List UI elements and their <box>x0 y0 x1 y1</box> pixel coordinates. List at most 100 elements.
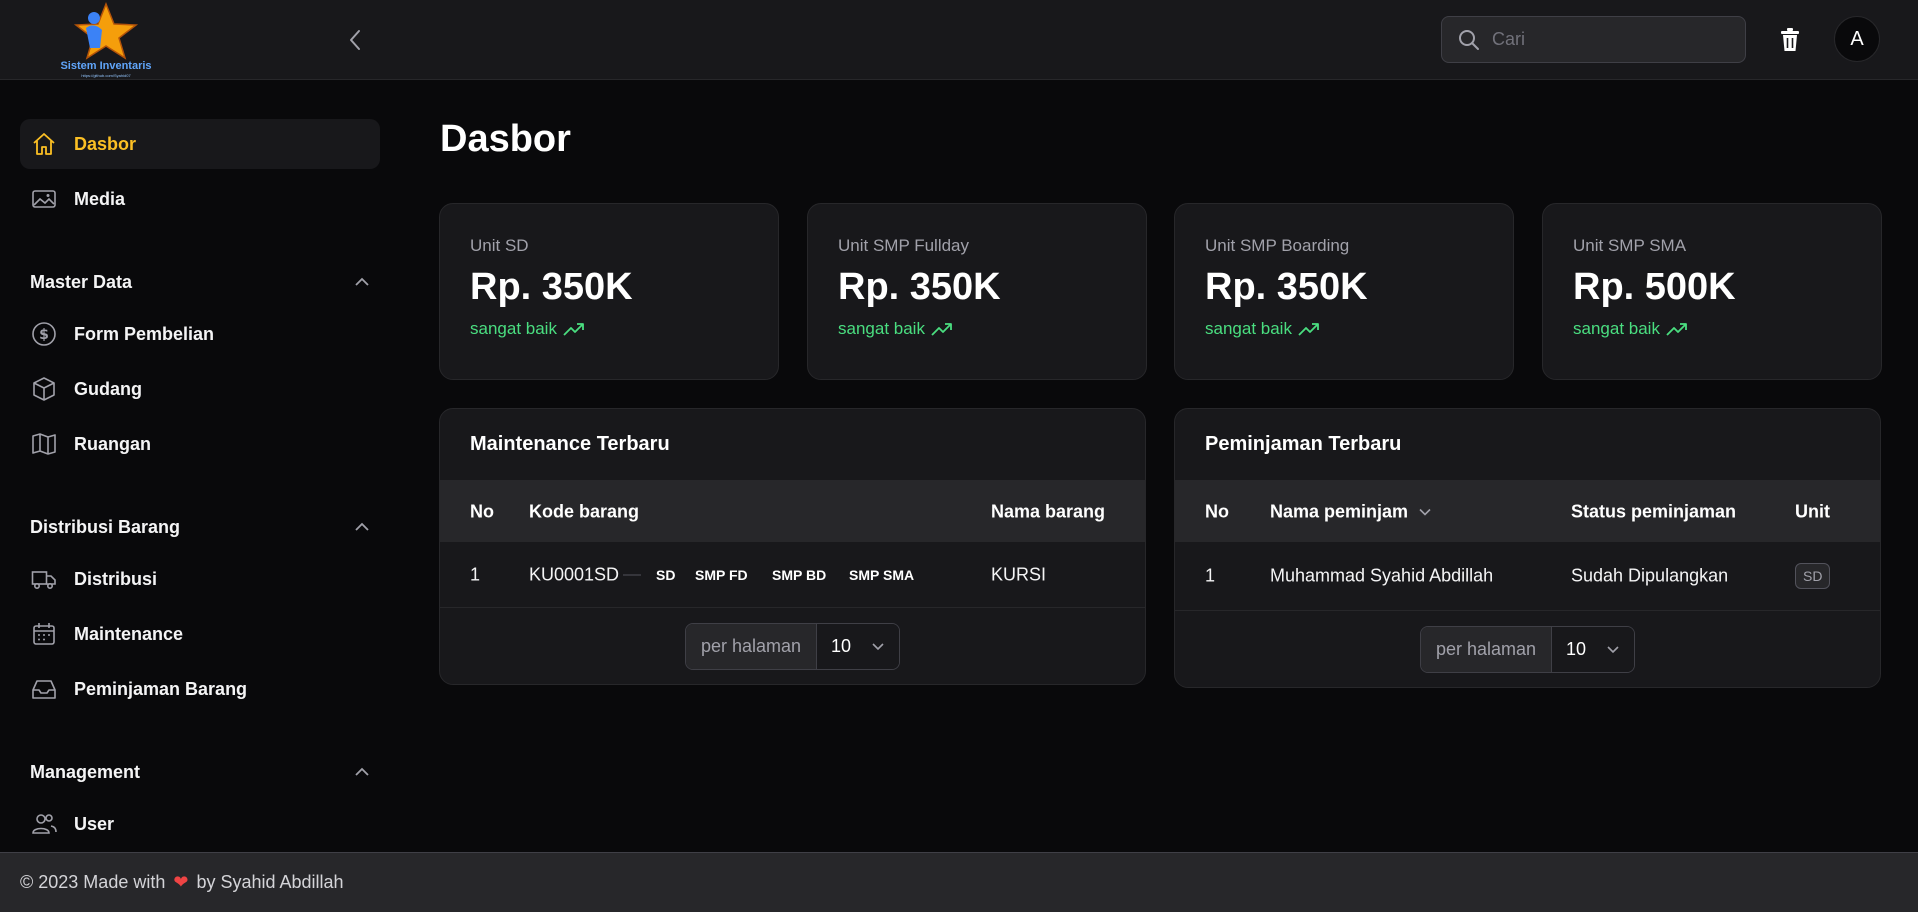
stat-value: Rp. 500K <box>1573 266 1736 308</box>
stat-desc-text: sangat baik <box>1573 319 1660 338</box>
user-avatar[interactable]: A <box>1834 16 1880 62</box>
chevron-down-icon <box>872 642 884 650</box>
unit-tag: SMP FD <box>695 566 748 583</box>
stat-desc-text: sangat baik <box>470 319 557 338</box>
per-page-select[interactable]: 10 <box>1552 626 1635 672</box>
cell-status: Sudah Dipulangkan <box>1571 565 1729 586</box>
heart-icon: ❤ <box>173 872 189 892</box>
image-icon <box>30 185 58 213</box>
chevron-up-icon <box>355 522 369 531</box>
maintenance-panel: Maintenance Terbaru No Kode barang Nama … <box>439 408 1146 685</box>
search-input[interactable] <box>1492 29 1732 50</box>
sidebar-item-label: Maintenance <box>74 623 184 644</box>
footer-prefix: © 2023 Made with <box>20 872 166 892</box>
stat-label: Unit SMP SMA <box>1573 236 1687 255</box>
group-master-data[interactable]: Master Data <box>30 267 370 297</box>
trending-up-icon <box>931 323 952 336</box>
column-header-kode-barang[interactable]: Kode barang <box>529 501 639 522</box>
column-header-no[interactable]: No <box>470 501 494 522</box>
sidebar-item-distribusi[interactable]: Distribusi <box>20 554 380 604</box>
svg-text:$: $ <box>39 327 49 343</box>
dollar-circle-icon: $ <box>30 320 58 348</box>
trash-icon <box>1781 28 1799 51</box>
trending-up-icon <box>1666 323 1687 336</box>
users-icon <box>30 810 58 838</box>
star-logo-icon <box>73 1 139 60</box>
stat-value: Rp. 350K <box>470 266 633 308</box>
chevron-up-icon <box>355 767 369 776</box>
stat-card-unit-smp-boarding: Unit SMP Boarding Rp. 350K sangat baik <box>1174 203 1514 380</box>
sidebar-item-label: Gudang <box>74 378 142 399</box>
sidebar-item-label: Media <box>74 188 126 209</box>
stat-value: Rp. 350K <box>838 266 1001 308</box>
sidebar-collapse-button[interactable] <box>340 22 370 58</box>
sidebar-item-dasbor[interactable]: Dasbor <box>20 119 380 169</box>
group-distribusi-barang[interactable]: Distribusi Barang <box>30 512 370 542</box>
per-page-control: per halaman 10 <box>1419 625 1636 673</box>
per-page-value: 10 <box>1566 638 1587 659</box>
group-management[interactable]: Management <box>30 757 370 787</box>
trending-up-icon <box>1298 323 1319 336</box>
stat-label: Unit SD <box>470 236 529 255</box>
pagination: per halaman 10 <box>1175 611 1880 687</box>
trash-button[interactable] <box>1776 24 1804 56</box>
column-header-nama-barang[interactable]: Nama barang <box>991 501 1105 522</box>
unit-tag: SD <box>656 566 676 583</box>
stat-card-unit-smp-fullday: Unit SMP Fullday Rp. 350K sangat baik <box>807 203 1147 380</box>
footer: © 2023 Made with ❤ by Syahid Abdillah <box>0 852 1918 912</box>
stat-description: sangat baik <box>1573 319 1851 339</box>
home-icon <box>30 130 58 158</box>
sidebar-item-maintenance[interactable]: Maintenance <box>20 609 380 659</box>
sidebar-item-peminjaman-barang[interactable]: Peminjaman Barang <box>20 664 380 714</box>
group-title: Distribusi Barang <box>30 516 181 537</box>
map-icon <box>30 430 58 458</box>
sidebar-item-media[interactable]: Media <box>20 174 380 224</box>
inbox-icon <box>30 675 58 703</box>
per-page-select[interactable]: 10 <box>817 623 900 669</box>
search-box[interactable] <box>1441 16 1746 63</box>
cell-nama: KURSI <box>991 564 1047 584</box>
per-page-label: per halaman <box>685 623 818 669</box>
stat-desc-text: sangat baik <box>1205 319 1292 338</box>
sidebar-item-form-pembelian[interactable]: $ Form Pembelian <box>20 309 380 359</box>
sidebar-item-ruangan[interactable]: Ruangan <box>20 419 380 469</box>
cell-nama-peminjam: Muhammad Syahid Abdillah <box>1270 565 1494 586</box>
app-logo[interactable]: Sistem Inventaris https://github.com/Sya… <box>56 0 156 80</box>
unit-badge: SD <box>1795 563 1831 589</box>
top-bar: Sistem Inventaris https://github.com/Sya… <box>0 0 1918 80</box>
per-page-value: 10 <box>831 635 852 656</box>
stat-label: Unit SMP Boarding <box>1205 236 1350 255</box>
group-title: Management <box>30 761 141 782</box>
column-header-no[interactable]: No <box>1205 501 1229 522</box>
table-row[interactable]: 1 Muhammad Syahid Abdillah Sudah Dipulan… <box>1175 542 1880 611</box>
cube-icon <box>30 375 58 403</box>
sidebar-item-label: Form Pembelian <box>74 323 215 344</box>
page-title: Dasbor <box>440 118 571 160</box>
table-row[interactable]: 1 KU0001SD SD SMP FD SMP BD SMP SMA KURS… <box>440 542 1145 608</box>
panel-title: Peminjaman Terbaru <box>1175 409 1880 481</box>
stat-card-unit-smp-sma: Unit SMP SMA Rp. 500K sangat baik <box>1542 203 1882 380</box>
unit-tag: SMP BD <box>772 566 827 583</box>
column-header-unit[interactable]: Unit <box>1795 501 1830 522</box>
chevron-left-icon <box>350 30 360 50</box>
chevron-up-icon <box>355 277 369 286</box>
logo-subtext: https://github.com/Syahid07 <box>81 73 131 78</box>
sidebar-item-label: Distribusi <box>74 568 158 589</box>
sidebar-item-user[interactable]: User <box>20 799 380 849</box>
stat-desc-text: sangat baik <box>838 319 925 338</box>
cell-no: 1 <box>470 564 481 584</box>
sidebar-item-gudang[interactable]: Gudang <box>20 364 380 414</box>
sidebar-item-label: Ruangan <box>74 433 152 454</box>
stat-description: sangat baik <box>1205 319 1483 339</box>
peminjaman-panel: Peminjaman Terbaru No Nama peminjam Stat… <box>1174 408 1881 688</box>
column-header-status-peminjaman[interactable]: Status peminjaman <box>1571 501 1736 522</box>
cell-kode: KU0001SD <box>529 564 620 584</box>
separator-line <box>623 574 641 575</box>
stat-card-unit-sd: Unit SD Rp. 350K sangat baik <box>439 203 779 380</box>
column-header-nama-peminjam[interactable]: Nama peminjam <box>1270 501 1432 522</box>
column-header-label: Nama peminjam <box>1270 501 1409 521</box>
logo-text: Sistem Inventaris <box>60 60 152 72</box>
stat-label: Unit SMP Fullday <box>838 236 970 255</box>
table-header: No Kode barang Nama barang <box>440 481 1145 542</box>
truck-icon <box>30 565 58 593</box>
